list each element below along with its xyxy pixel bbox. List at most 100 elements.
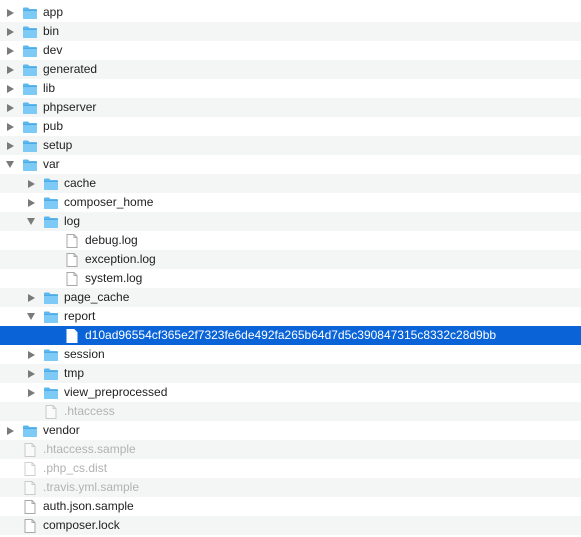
disclosure-triangle-collapsed-icon[interactable] [25,288,37,307]
item-name: composer.lock [43,518,120,532]
disclosure-triangle-expanded-icon[interactable] [25,212,37,231]
tree-row-file[interactable]: composer.lock [0,516,581,535]
file-tree: app bin dev generated lib phpserver pub … [0,0,581,535]
tree-row-folder[interactable]: tmp [0,364,581,383]
tree-row-folder[interactable]: lib [0,79,581,98]
folder-icon [22,100,38,116]
tree-row-file[interactable]: .travis.yml.sample [0,478,581,497]
file-icon [22,461,38,477]
disclosure-triangle-collapsed-icon[interactable] [25,345,37,364]
item-name: d10ad96554cf365e2f7323fe6de492fa265b64d7… [85,328,497,342]
item-name: exception.log [85,252,156,266]
tree-row-folder[interactable]: composer_home [0,193,581,212]
folder-icon [43,366,59,382]
file-icon [64,271,80,287]
tree-row-file[interactable]: .htaccess [0,402,581,421]
triangle-icon [6,65,14,74]
tree-row-file[interactable]: debug.log [0,231,581,250]
file-icon [64,328,80,344]
folder-icon [43,385,59,401]
file-icon [22,499,38,515]
disclosure-triangle-collapsed-icon[interactable] [4,421,16,440]
item-name: auth.json.sample [43,499,134,513]
item-name: vendor [43,423,80,437]
disclosure-triangle-collapsed-icon[interactable] [4,117,16,136]
triangle-icon [27,350,35,359]
item-name: .htaccess [64,404,115,418]
item-name: phpserver [43,100,97,114]
tree-row-file[interactable]: system.log [0,269,581,288]
tree-row-folder[interactable]: session [0,345,581,364]
tree-row-file[interactable]: d10ad96554cf365e2f7323fe6de492fa265b64d7… [0,326,581,345]
item-name: .htaccess.sample [43,442,136,456]
triangle-icon [27,293,35,302]
tree-row-folder[interactable]: cache [0,174,581,193]
tree-row-folder[interactable]: bin [0,22,581,41]
item-name: tmp [64,366,85,380]
tree-row-folder[interactable]: log [0,212,581,231]
folder-icon [22,62,38,78]
disclosure-triangle-expanded-icon[interactable] [25,307,37,326]
tree-row-file[interactable]: .htaccess.sample [0,440,581,459]
disclosure-triangle-collapsed-icon[interactable] [4,98,16,117]
folder-icon [22,157,38,173]
disclosure-triangle-collapsed-icon[interactable] [4,136,16,155]
folder-icon [22,43,38,59]
tree-row-folder[interactable]: view_preprocessed [0,383,581,402]
item-name: debug.log [85,233,138,247]
tree-row-folder[interactable]: setup [0,136,581,155]
triangle-icon [6,103,14,112]
disclosure-triangle-collapsed-icon[interactable] [25,193,37,212]
tree-row-folder[interactable]: dev [0,41,581,60]
tree-row-folder[interactable]: phpserver [0,98,581,117]
tree-row-file[interactable]: auth.json.sample [0,497,581,516]
triangle-icon [27,198,35,207]
item-name: view_preprocessed [64,385,168,399]
item-name: app [43,5,64,19]
disclosure-triangle-collapsed-icon[interactable] [25,364,37,383]
triangle-icon [6,46,14,55]
tree-row-folder[interactable]: pub [0,117,581,136]
disclosure-triangle-collapsed-icon[interactable] [25,174,37,193]
triangle-icon [6,84,14,93]
tree-row-folder[interactable]: var [0,155,581,174]
triangle-icon [6,426,14,435]
disclosure-triangle-collapsed-icon[interactable] [4,3,16,22]
disclosure-triangle-collapsed-icon[interactable] [4,60,16,79]
tree-row-folder[interactable]: vendor [0,421,581,440]
tree-row-folder[interactable]: report [0,307,581,326]
item-name: pub [43,119,64,133]
tree-row-folder[interactable]: app [0,3,581,22]
triangle-icon [27,313,35,320]
file-icon [64,233,80,249]
item-name: generated [43,62,98,76]
item-name: cache [64,176,97,190]
disclosure-triangle-collapsed-icon[interactable] [4,22,16,41]
triangle-icon [6,8,14,17]
folder-icon [22,24,38,40]
file-icon [22,442,38,458]
folder-icon [43,176,59,192]
file-icon [22,480,38,496]
item-name: .php_cs.dist [43,461,108,475]
item-name: lib [43,81,56,95]
tree-row-file[interactable]: .php_cs.dist [0,459,581,478]
folder-icon [43,309,59,325]
triangle-icon [6,141,14,150]
folder-icon [22,81,38,97]
tree-row-file[interactable]: exception.log [0,250,581,269]
disclosure-triangle-collapsed-icon[interactable] [4,41,16,60]
disclosure-triangle-collapsed-icon[interactable] [25,383,37,402]
triangle-icon [27,218,35,225]
item-name: report [64,309,96,323]
file-icon [22,518,38,534]
tree-row-folder[interactable]: generated [0,60,581,79]
folder-icon [22,119,38,135]
disclosure-triangle-expanded-icon[interactable] [4,155,16,174]
tree-row-folder[interactable]: page_cache [0,288,581,307]
triangle-icon [6,122,14,131]
disclosure-triangle-collapsed-icon[interactable] [4,79,16,98]
file-icon [43,404,59,420]
folder-icon [22,138,38,154]
item-name: log [64,214,81,228]
